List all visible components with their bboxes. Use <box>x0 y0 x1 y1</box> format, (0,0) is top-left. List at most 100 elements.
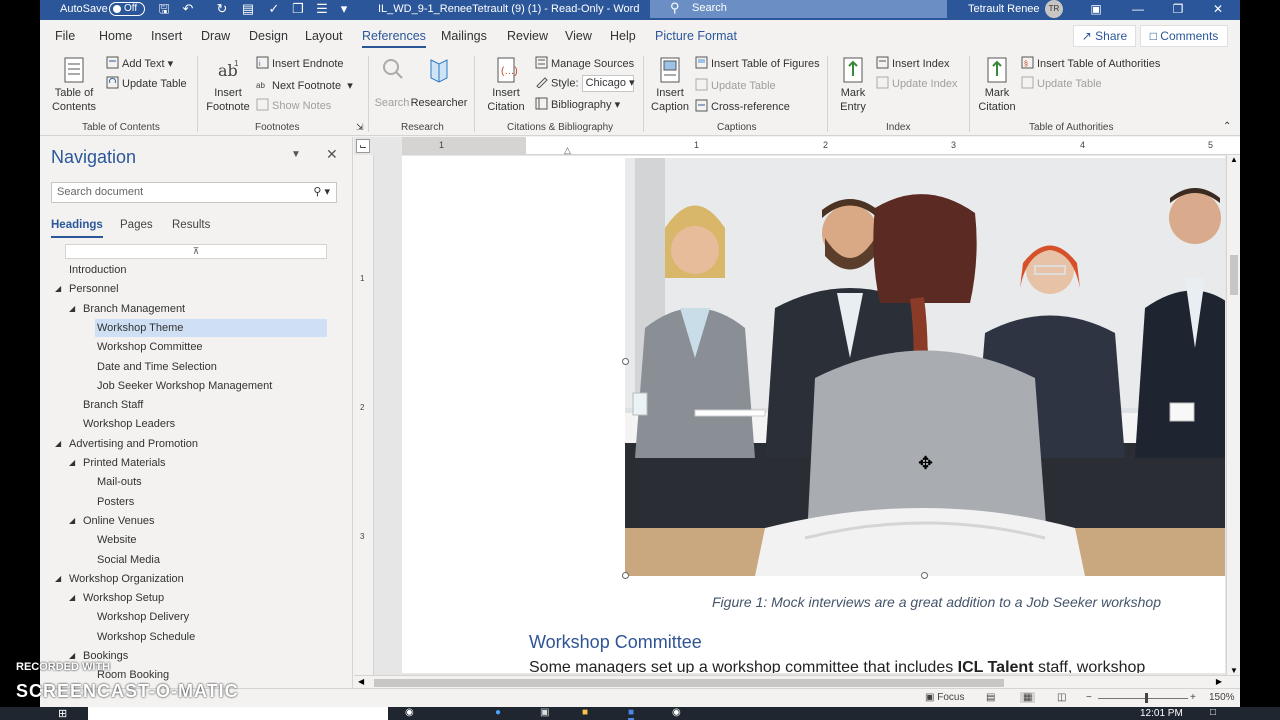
nav-close-icon[interactable]: ✕ <box>326 146 338 163</box>
update-table-figures-button[interactable]: Update Table <box>695 78 776 92</box>
word-taskbar-icon[interactable]: ■ <box>628 707 635 720</box>
nav-heading-item[interactable]: Workshop Committee <box>97 338 203 356</box>
expand-triangle-icon[interactable]: ◢ <box>55 574 61 583</box>
update-index-button[interactable]: Update Index <box>876 76 957 90</box>
nav-tab-headings[interactable]: Headings <box>51 219 103 238</box>
zoom-out-icon[interactable]: − <box>1086 692 1092 703</box>
expand-triangle-icon[interactable]: ◢ <box>69 593 75 602</box>
resize-handle-bottom[interactable] <box>921 572 928 579</box>
update-table-button[interactable]: Update Table <box>106 76 187 90</box>
nav-heading-item[interactable]: Advertising and Promotion <box>69 435 198 453</box>
spelling-icon[interactable]: ✓ <box>266 1 282 17</box>
nav-heading-item[interactable]: Branch Management <box>83 300 185 318</box>
collapse-ribbon-icon[interactable]: ⌃ <box>1223 121 1231 132</box>
tab-layout[interactable]: Layout <box>305 29 343 43</box>
nav-heading-item[interactable]: Social Media <box>97 551 160 569</box>
explorer-icon[interactable]: ■ <box>582 707 588 718</box>
minimize-icon[interactable]: — <box>1118 0 1158 20</box>
windows-start-icon[interactable]: ⊞ <box>58 707 67 720</box>
tab-help[interactable]: Help <box>610 29 636 43</box>
vertical-scroll-thumb[interactable] <box>1230 255 1238 295</box>
tab-mailings[interactable]: Mailings <box>441 29 487 43</box>
autosave-toggle[interactable]: Off <box>109 2 145 16</box>
scroll-down-icon[interactable]: ▼ <box>1230 666 1238 675</box>
nav-heading-item[interactable]: Mail-outs <box>97 473 142 491</box>
nav-heading-item[interactable]: Workshop Leaders <box>83 415 175 433</box>
print-layout-icon[interactable]: ▦ <box>1020 692 1036 703</box>
insert-caption-button[interactable]: Insert Caption <box>648 56 692 114</box>
cross-reference-button[interactable]: Cross-reference <box>695 99 790 113</box>
tab-picture-format[interactable]: Picture Format <box>655 29 737 43</box>
taskbar-clock[interactable]: 12:01 PM <box>1140 708 1183 719</box>
mark-entry-button[interactable]: Mark Entry <box>833 56 873 114</box>
nav-heading-item[interactable]: Workshop Schedule <box>97 628 195 646</box>
interview-photo[interactable] <box>625 158 1225 576</box>
horizontal-ruler[interactable]: 1 1 2 3 4 5 △ <box>402 137 1240 155</box>
notification-icon[interactable]: □ <box>1210 707 1216 718</box>
update-toa-button[interactable]: Update Table <box>1021 76 1102 90</box>
add-text-button[interactable]: Add Text ▾ <box>106 56 173 70</box>
search-box[interactable]: ⚲ Search <box>650 0 947 18</box>
search-document-icon[interactable]: ⚲ ▾ <box>313 185 330 198</box>
read-mode-icon[interactable]: ▤ <box>986 692 995 703</box>
avatar[interactable]: TR <box>1045 0 1063 18</box>
nav-heading-item[interactable]: Job Seeker Workshop Management <box>97 377 272 395</box>
table-of-contents-button[interactable]: Table of Contents <box>48 56 100 114</box>
next-footnote-button[interactable]: ab Next Footnote ▾ <box>256 78 353 92</box>
search-document-input[interactable]: Search document ⚲ ▾ <box>51 182 337 203</box>
save-icon[interactable]: 🖫 <box>156 1 172 17</box>
insert-index-button[interactable]: Insert Index <box>876 56 949 70</box>
mark-citation-button[interactable]: Mark Citation <box>975 56 1019 114</box>
list-icon[interactable]: ☰ <box>314 1 330 17</box>
taskbar-search-box[interactable] <box>88 707 388 720</box>
scroll-right-icon[interactable]: ▶ <box>1216 677 1222 686</box>
tab-home[interactable]: Home <box>99 29 132 43</box>
show-notes-button[interactable]: Show Notes <box>256 98 331 112</box>
insert-toa-button[interactable]: § Insert Table of Authorities <box>1021 56 1160 70</box>
workshop-committee-heading[interactable]: Workshop Committee <box>529 632 702 653</box>
insert-footnote-button[interactable]: ab 1 Insert Footnote <box>203 56 253 114</box>
bibliography-button[interactable]: Bibliography ▾ <box>535 97 620 111</box>
store-icon[interactable]: ▣ <box>540 707 549 718</box>
undo-icon[interactable]: ↶ <box>180 1 196 17</box>
zoom-in-icon[interactable]: + <box>1190 692 1196 703</box>
footnotes-dialog-launcher-icon[interactable]: ⇲ <box>356 122 364 133</box>
tab-insert[interactable]: Insert <box>151 29 182 43</box>
insert-endnote-button[interactable]: i Insert Endnote <box>256 56 344 70</box>
customize-qat-icon[interactable]: ▾ <box>336 1 352 17</box>
nav-heading-item[interactable]: Online Venues <box>83 512 155 530</box>
document-page[interactable]: ✥ Figure 1: Mock interviews are a great … <box>402 156 1225 673</box>
expand-triangle-icon[interactable]: ◢ <box>69 516 75 525</box>
nav-options-chevron-down-icon[interactable]: ▼ <box>291 149 301 160</box>
nav-heading-item[interactable]: Website <box>97 531 137 549</box>
nav-heading-item[interactable]: Printed Materials <box>83 454 166 472</box>
tab-design[interactable]: Design <box>249 29 288 43</box>
nav-heading-item[interactable]: Workshop Organization <box>69 570 184 588</box>
nav-tab-pages[interactable]: Pages <box>120 219 153 231</box>
nav-heading-item[interactable]: Branch Staff <box>83 396 143 414</box>
tab-review[interactable]: Review <box>507 29 548 43</box>
web-layout-icon[interactable]: ◫ <box>1057 692 1066 703</box>
nav-heading-item[interactable]: Workshop Theme <box>95 318 327 337</box>
resize-handle-left[interactable] <box>622 358 629 365</box>
tab-file[interactable]: File <box>55 29 75 43</box>
print-preview-icon[interactable]: ▤ <box>240 1 256 17</box>
body-paragraph[interactable]: Some managers set up a workshop committe… <box>529 659 1145 673</box>
task-view-icon[interactable]: ◉ <box>405 707 414 718</box>
horizontal-scroll-thumb[interactable] <box>374 679 1004 687</box>
tab-view[interactable]: View <box>565 29 592 43</box>
share-button[interactable]: ↗ Share <box>1073 25 1136 47</box>
nav-heading-item[interactable]: Personnel <box>69 280 119 298</box>
redo-icon[interactable]: ↻ <box>214 1 230 17</box>
nav-heading-item[interactable]: Date and Time Selection <box>97 358 217 376</box>
tab-references[interactable]: References <box>362 29 426 48</box>
tab-selector-icon[interactable]: ⌙ <box>356 139 370 153</box>
focus-button[interactable]: ▣ Focus <box>925 692 964 703</box>
vertical-scrollbar[interactable]: ▲ ▼ <box>1226 155 1240 675</box>
style-dropdown[interactable]: Style: Chicago ▾ <box>535 75 635 92</box>
chrome-icon[interactable]: ◉ <box>672 707 681 718</box>
collapse-headings-bar[interactable]: ⊼ <box>65 244 327 259</box>
ribbon-display-icon[interactable]: ▣ <box>1076 0 1116 20</box>
copy-icon[interactable]: ❐ <box>290 1 306 17</box>
expand-triangle-icon[interactable]: ◢ <box>69 651 75 660</box>
